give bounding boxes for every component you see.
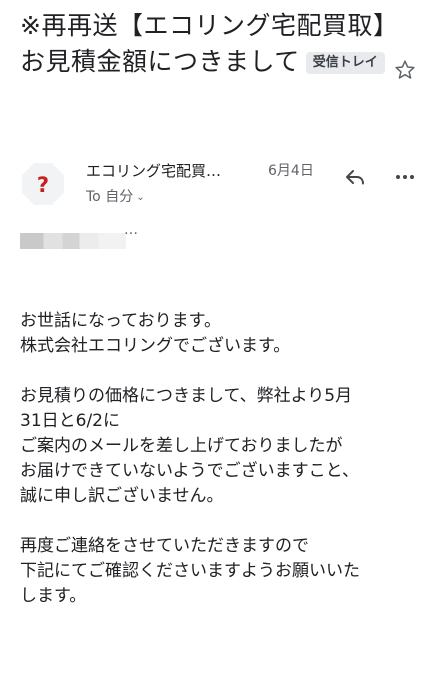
recipient-details-toggle[interactable]: To 自分 ⌄ bbox=[86, 187, 145, 208]
redacted-sender-address bbox=[20, 233, 126, 249]
recipient-text: To 自分 bbox=[86, 189, 134, 205]
address-ellipsis: … bbox=[124, 222, 138, 238]
reply-icon[interactable] bbox=[344, 166, 366, 188]
chevron-down-icon: ⌄ bbox=[136, 192, 145, 203]
inbox-label-chip[interactable]: 受信トレイ bbox=[305, 52, 385, 74]
email-view: ※再再送【エコリング宅配買取】お見積金額につきまして 受信トレイ ? エコリング宅… bbox=[0, 0, 438, 680]
svg-text:?: ? bbox=[37, 173, 49, 197]
body-paragraph-greeting: お世話になっております。 株式会社エコリングでございます。 bbox=[20, 311, 291, 356]
subject-header: ※再再送【エコリング宅配買取】お見積金額につきまして 受信トレイ bbox=[20, 8, 390, 80]
body-paragraph-request: 再度ご連絡をさせていただきますので 下記にてご確認くださいますようお願いいた し… bbox=[20, 536, 360, 606]
star-icon[interactable] bbox=[393, 58, 417, 82]
email-body: お世話になっております。 株式会社エコリングでございます。 お見積りの価格につき… bbox=[20, 309, 425, 634]
email-date: 6月4日 bbox=[268, 163, 314, 179]
more-options-icon[interactable] bbox=[394, 166, 416, 188]
body-paragraph-apology: お見積りの価格につきまして、弊社より5月 31日と6/2に ご案内のメールを差し… bbox=[20, 386, 359, 506]
sender-avatar-unknown-icon[interactable]: ? bbox=[22, 163, 64, 205]
sender-name[interactable]: エコリング宅配買… bbox=[86, 161, 250, 181]
